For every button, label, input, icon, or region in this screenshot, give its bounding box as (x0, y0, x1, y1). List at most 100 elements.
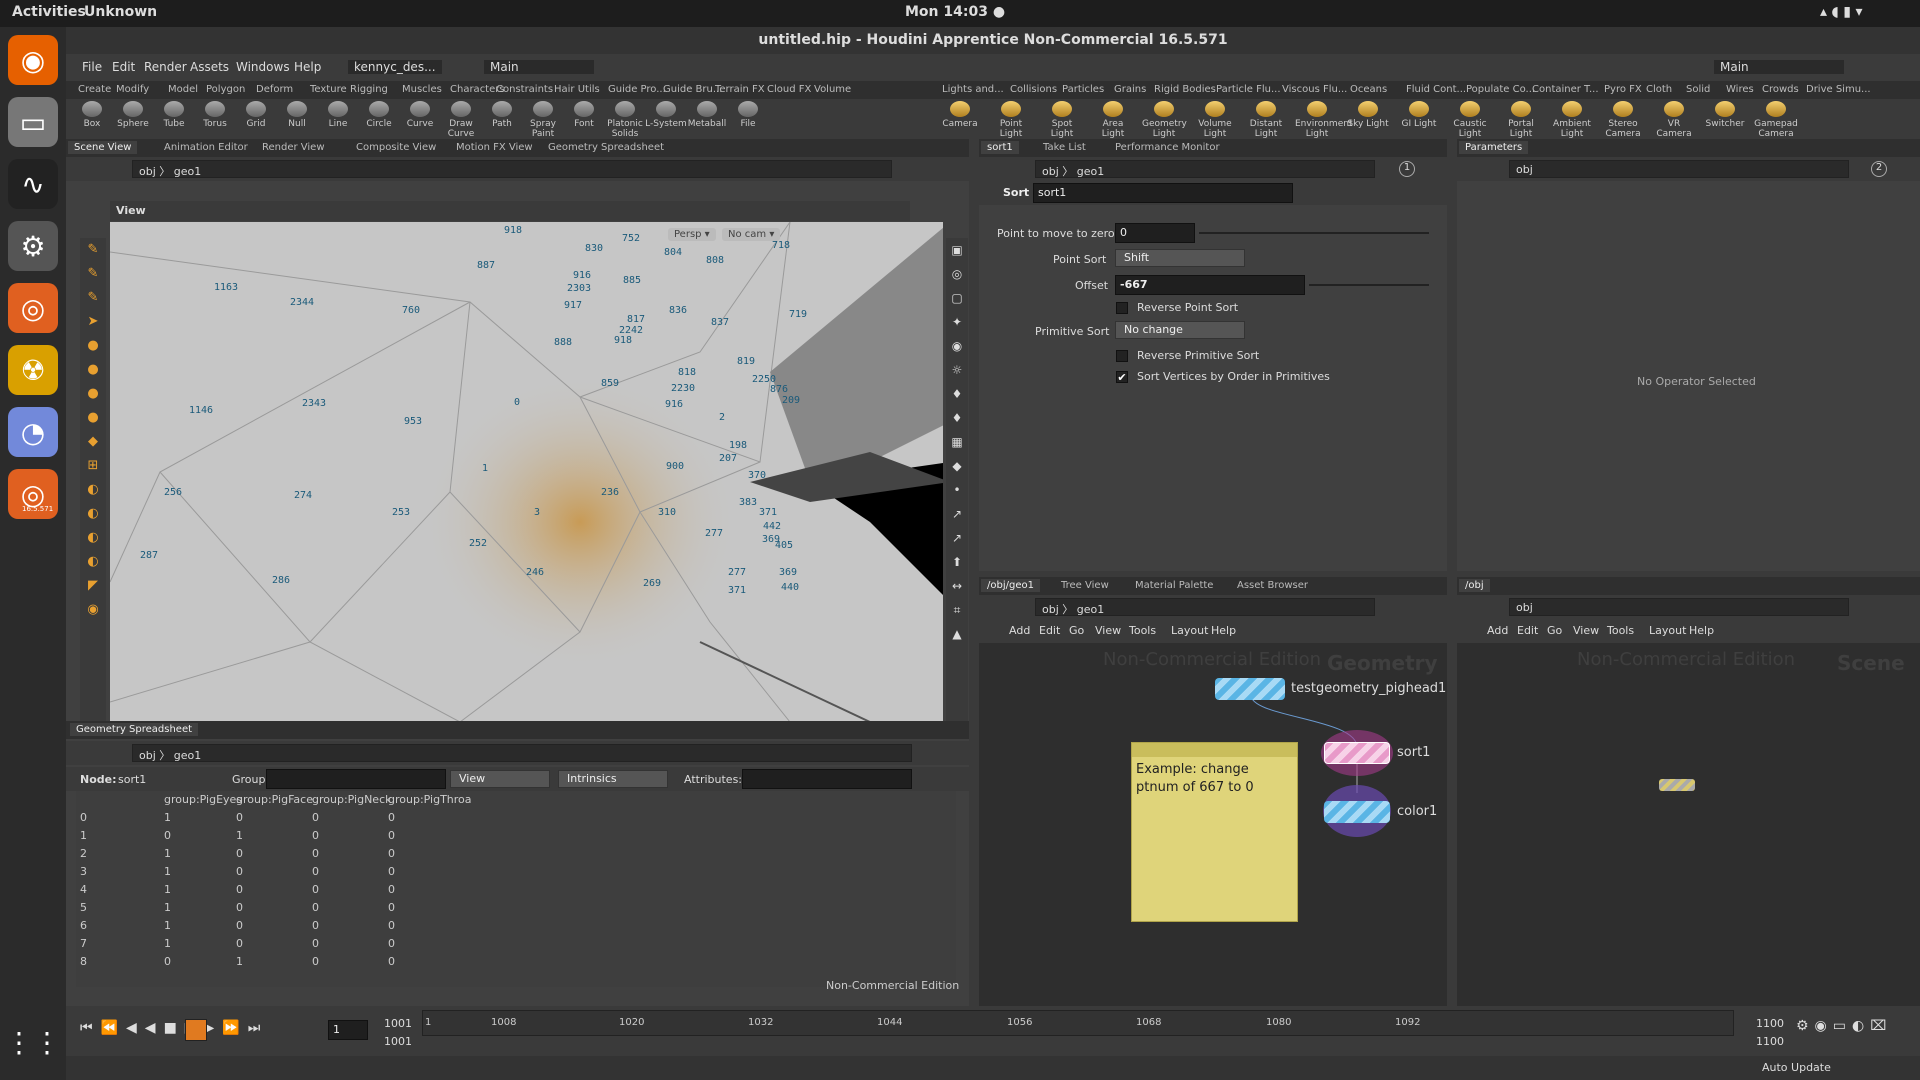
shelf-tool[interactable]: Sky Light (1346, 101, 1390, 129)
current-frame-field[interactable]: 1 (328, 1020, 368, 1040)
shelf-tool[interactable]: Platonic Solids (603, 101, 647, 139)
shelf-tab[interactable]: Volume (814, 84, 851, 95)
shelf-tool[interactable]: Volume Light (1193, 101, 1237, 139)
shelf-tool[interactable]: Curve (398, 101, 442, 129)
shelf-tool[interactable]: Torus (193, 101, 237, 129)
shelf-tool[interactable]: Box (70, 101, 114, 129)
display-options-icons[interactable]: ▣ ◎ ▢ ✦ ◉ ☼ ♦ ♦ ▦ ◆ • ↗ ↗ ⬆ ↔ ⌗ ▲ (946, 238, 968, 646)
shelf-tab[interactable]: Particle Flu... (1216, 84, 1281, 95)
column-header[interactable]: group:PigFace (236, 791, 313, 809)
net-menu-item[interactable]: Layout (1171, 624, 1208, 637)
shelf-tool[interactable]: Line (316, 101, 360, 129)
menu-help[interactable]: Help (294, 60, 321, 74)
shelf-tab[interactable]: Cloth (1646, 84, 1672, 95)
tab-sort1[interactable]: sort1 (981, 141, 1019, 154)
shelf-tool[interactable]: Geometry Light (1142, 101, 1187, 139)
shelf-tab[interactable]: Grains (1114, 84, 1146, 95)
net-menu-item[interactable]: Layout (1649, 624, 1686, 637)
app-menu[interactable]: Unknown (84, 4, 157, 20)
menu-edit[interactable]: Edit (112, 60, 135, 74)
scene-tab[interactable]: Animation Editor (158, 141, 254, 154)
nuke-icon[interactable]: ☢ (8, 345, 58, 395)
stop-button[interactable] (185, 1019, 207, 1041)
tab-asset-browser[interactable]: Asset Browser (1231, 579, 1314, 592)
shelf-tab[interactable]: Container T... (1532, 84, 1599, 95)
shelf-tool[interactable]: L-System (644, 101, 688, 129)
shelf-tab[interactable]: Viscous Flu... (1282, 84, 1347, 95)
shelf-tab[interactable]: Crowds (1762, 84, 1799, 95)
menu-render[interactable]: Render (144, 60, 187, 74)
shelf-tool[interactable]: Gamepad Camera (1754, 101, 1798, 139)
intrinsics-dropdown[interactable]: Intrinsics (558, 770, 668, 788)
shelf-tool[interactable]: Switcher (1703, 101, 1747, 129)
shelf-tab[interactable]: Texture (310, 84, 347, 95)
shelf-tab[interactable]: Rigid Bodies (1154, 84, 1216, 95)
shelf-tab[interactable]: Pyro FX (1604, 84, 1642, 95)
shelf-tool[interactable]: Sphere (111, 101, 155, 129)
node-name-field[interactable]: sort1 (1033, 183, 1293, 203)
settings-icon[interactable]: ⚙ (8, 221, 58, 271)
shelf-tool[interactable]: Distant Light (1244, 101, 1288, 139)
clock[interactable]: Mon 14:03 ● (905, 4, 1005, 20)
shelf-tab[interactable]: Cloud FX (767, 84, 811, 95)
shelf-tool[interactable]: GI Light (1397, 101, 1441, 129)
app-grid-icon[interactable]: ⋮⋮ (5, 1017, 61, 1067)
scene-tab[interactable]: Motion FX View (450, 141, 539, 154)
net-menu-item[interactable]: View (1095, 624, 1121, 637)
net-menu-item[interactable]: Add (1009, 624, 1030, 637)
shelf-tab[interactable]: Model (168, 84, 198, 95)
sort-verts-checkbox[interactable]: ✔ (1116, 371, 1128, 383)
system-monitor-icon[interactable]: ∿ (8, 159, 58, 209)
shelf-tool[interactable]: Circle (357, 101, 401, 129)
shelf-tool[interactable]: Point Light (989, 101, 1033, 139)
activities-button[interactable]: Activities (12, 4, 86, 20)
offset-field[interactable]: -667 (1115, 275, 1305, 295)
tab-performance-monitor[interactable]: Performance Monitor (1109, 141, 1226, 154)
pin-circle[interactable]: 1 (1399, 161, 1415, 177)
shelf-tool[interactable]: Spray Paint (521, 101, 565, 139)
shelf-tab[interactable]: Particles (1062, 84, 1104, 95)
system-tray-icons[interactable]: ▴ ◖ ▮ ▾ (1820, 4, 1863, 20)
net2-path[interactable]: obj (1509, 598, 1849, 616)
spreadsheet-path[interactable]: obj 〉 geo1 (132, 744, 912, 762)
shelf-tab[interactable]: Fluid Cont... (1406, 84, 1466, 95)
3d-viewport[interactable]: 1102116323441146234376088791822248268889… (110, 222, 943, 722)
pin-circle-right[interactable]: 2 (1871, 161, 1887, 177)
net-menu-item[interactable]: View (1573, 624, 1599, 637)
persp-menu[interactable]: Persp ▾ (668, 228, 716, 241)
desktop-select[interactable]: kennyc_des... (348, 60, 442, 74)
main-select[interactable]: Main (484, 60, 594, 74)
column-header[interactable]: group:PigEyes (164, 791, 242, 809)
start-frame[interactable]: 1001 (384, 1017, 412, 1030)
camera-menu[interactable]: No cam ▾ (722, 228, 781, 241)
scene-tab[interactable]: Geometry Spreadsheet (542, 141, 670, 154)
houdini-icon[interactable]: ◎ (8, 283, 58, 333)
group-field[interactable] (266, 769, 446, 789)
tab-obj-geo1[interactable]: /obj/geo1 (981, 579, 1040, 592)
net-menu-item[interactable]: Tools (1129, 624, 1156, 637)
shelf-tab[interactable]: Collisions (1010, 84, 1057, 95)
node-testgeometry[interactable] (1215, 678, 1285, 700)
node-sort1[interactable] (1324, 742, 1390, 764)
shelf-tab[interactable]: Hair Utils (554, 84, 600, 95)
tab-take-list[interactable]: Take List (1037, 141, 1092, 154)
offset-slider[interactable] (1309, 284, 1429, 286)
shelf-tool[interactable]: Area Light (1091, 101, 1135, 139)
param-path[interactable]: obj 〉 geo1 (1035, 160, 1375, 178)
timeline-bar[interactable]: 1 1008 1020 1032 1044 1056 1068 1080 1092 (422, 1010, 1734, 1036)
shelf-tab[interactable]: Muscles (402, 84, 442, 95)
node-geo1-obj[interactable] (1659, 779, 1695, 791)
shelf-tool[interactable]: Font (562, 101, 606, 129)
end-frame-2[interactable]: 1100 (1756, 1035, 1784, 1048)
firefox-icon[interactable]: ◉ (8, 35, 58, 85)
shelf-tool[interactable]: File (726, 101, 770, 129)
net-menu-item[interactable]: Help (1689, 624, 1714, 637)
discord-icon[interactable]: ◔ (8, 407, 58, 457)
tab-obj[interactable]: /obj (1459, 579, 1490, 592)
shelf-tool[interactable]: VR Camera (1652, 101, 1696, 139)
pt-zero-field[interactable]: 0 (1115, 223, 1195, 243)
reverse-point-checkbox[interactable] (1116, 302, 1128, 314)
net-menu-item[interactable]: Help (1211, 624, 1236, 637)
net-menu-item[interactable]: Tools (1607, 624, 1634, 637)
files-icon[interactable]: ▭ (8, 97, 58, 147)
